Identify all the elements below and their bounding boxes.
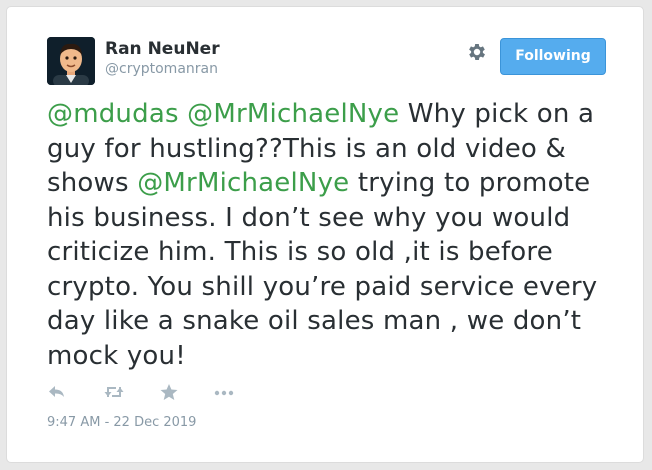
avatar[interactable]	[47, 37, 95, 85]
tweet-card: Ran NeuNer @cryptomanran Following @mdud…	[6, 6, 644, 463]
tweet-text: @mdudas @MrMichaelNye Why pick on a guy …	[47, 97, 622, 373]
like-star-icon[interactable]	[159, 383, 181, 403]
retweet-icon[interactable]	[103, 383, 125, 403]
tweet-text-segment	[179, 99, 187, 129]
mention-link[interactable]: @MrMichaelNye	[187, 99, 399, 129]
gear-icon[interactable]	[466, 41, 488, 63]
following-button[interactable]: Following	[500, 38, 606, 75]
user-display-name[interactable]: Ran NeuNer	[105, 39, 220, 59]
user-handle[interactable]: @cryptomanran	[105, 61, 218, 77]
mention-link[interactable]: @mdudas	[47, 99, 179, 129]
avatar-illustration	[47, 37, 95, 85]
reply-icon[interactable]	[47, 383, 69, 403]
tweet-timestamp[interactable]: 9:47 AM - 22 Dec 2019	[47, 415, 196, 430]
tweet-text-segment: trying to promote his business. I don’t …	[47, 168, 598, 371]
mention-link[interactable]: @MrMichaelNye	[137, 168, 349, 198]
more-icon[interactable]	[213, 383, 235, 403]
